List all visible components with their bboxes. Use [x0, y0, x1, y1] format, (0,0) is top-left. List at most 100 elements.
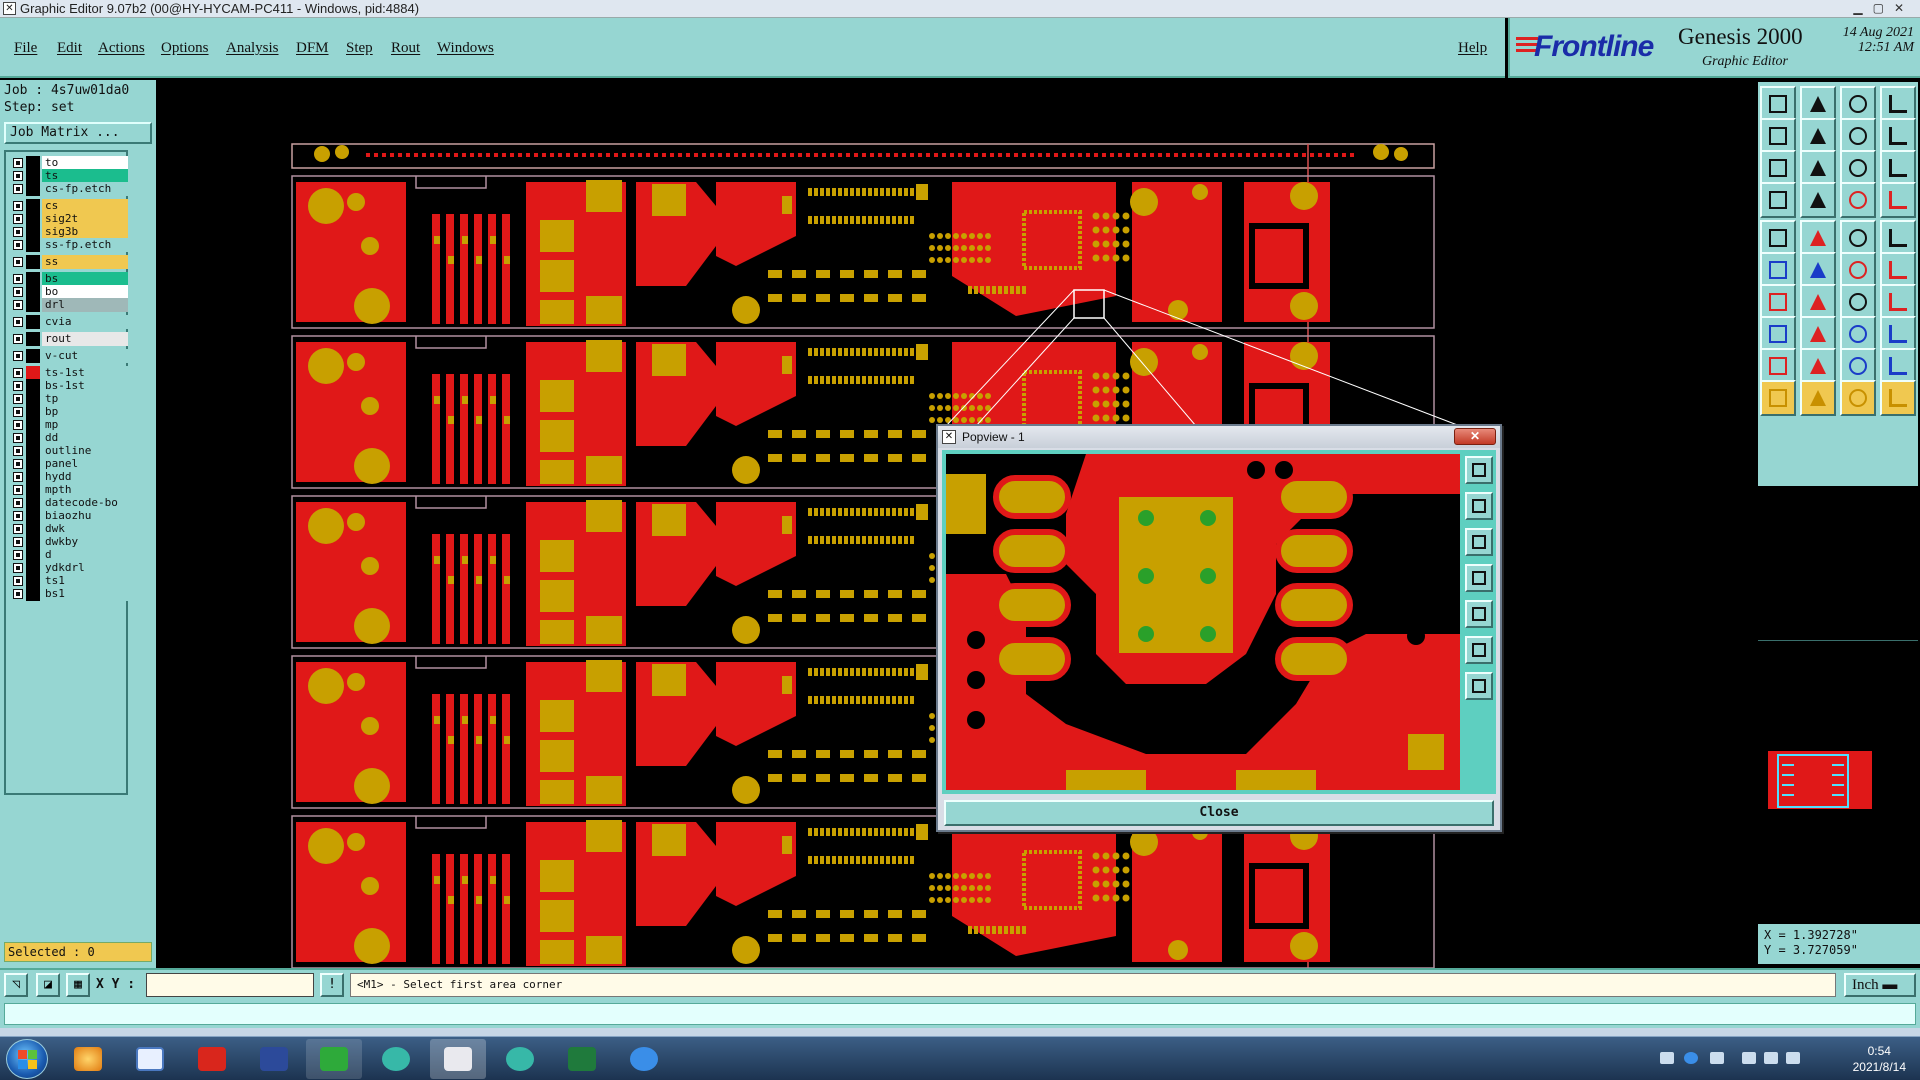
- tool-zoom-fit-button[interactable]: [1760, 150, 1796, 186]
- taskbar-eye-app-2[interactable]: [492, 1039, 548, 1079]
- layer-name[interactable]: ts: [42, 169, 128, 183]
- layer-color-swatch[interactable]: [26, 238, 40, 252]
- tool-text-a2-button[interactable]: [1840, 348, 1876, 384]
- layer-row-d[interactable]: d: [8, 548, 128, 562]
- layer-name[interactable]: datecode-bo: [42, 496, 128, 510]
- tool-bracket-button[interactable]: [1840, 316, 1876, 352]
- layer-color-swatch[interactable]: [26, 392, 40, 406]
- layer-color-swatch[interactable]: [26, 496, 40, 510]
- job-matrix-button[interactable]: Job Matrix ...: [4, 122, 152, 144]
- layer-row-to[interactable]: to: [8, 156, 128, 170]
- layer-name[interactable]: sig3b: [42, 225, 128, 239]
- layer-checkbox[interactable]: [13, 537, 23, 547]
- layer-checkbox[interactable]: [13, 550, 23, 560]
- menu-rout[interactable]: Rout: [391, 40, 420, 57]
- layer-color-swatch[interactable]: [26, 212, 40, 226]
- layer-color-swatch[interactable]: [26, 470, 40, 484]
- tool-cross-button[interactable]: [1800, 252, 1836, 288]
- layer-color-swatch[interactable]: [26, 509, 40, 523]
- layer-checkbox[interactable]: [13, 334, 23, 344]
- tool-measure-button[interactable]: [1760, 220, 1796, 256]
- popview-zoom-out-button[interactable]: [1465, 528, 1493, 556]
- tool-open-step-button[interactable]: [1760, 86, 1796, 122]
- start-button[interactable]: [6, 1039, 48, 1079]
- layer-color-swatch[interactable]: [26, 587, 40, 601]
- tool-move-right-button[interactable]: [1800, 118, 1836, 154]
- layer-row-bo[interactable]: bo: [8, 285, 128, 299]
- tool-ruler-button[interactable]: [1840, 220, 1876, 256]
- tool-draw-line-button[interactable]: [1760, 284, 1796, 320]
- layer-color-swatch[interactable]: [26, 405, 40, 419]
- tool-copy-button[interactable]: [1880, 316, 1916, 352]
- layer-row-biaozhu[interactable]: biaozhu: [8, 509, 128, 523]
- layer-name[interactable]: cvia: [42, 315, 128, 329]
- menu-edit[interactable]: Edit: [57, 40, 82, 57]
- layer-color-swatch[interactable]: [26, 418, 40, 432]
- snap-mode-button[interactable]: ◹: [4, 973, 28, 997]
- tool-ratio-button[interactable]: [1840, 150, 1876, 186]
- popview-pan-left-button[interactable]: [1465, 564, 1493, 592]
- layer-name[interactable]: sig2t: [42, 212, 128, 226]
- layer-checkbox[interactable]: [13, 576, 23, 586]
- taskbar-g-app[interactable]: [184, 1039, 240, 1079]
- taskbar-eye-app[interactable]: [368, 1039, 424, 1079]
- tool-rotate-button[interactable]: [1840, 284, 1876, 320]
- tool-layer-display-button[interactable]: [1880, 182, 1916, 218]
- tool-pad-button[interactable]: [1880, 220, 1916, 256]
- layer-color-swatch[interactable]: [26, 272, 40, 286]
- layer-row-v-cut[interactable]: v-cut: [8, 349, 128, 363]
- popview-center-button[interactable]: [1465, 636, 1493, 664]
- layer-checkbox[interactable]: [13, 420, 23, 430]
- layer-row-mp[interactable]: mp: [8, 418, 128, 432]
- tool-zoom-center-button[interactable]: [1800, 150, 1836, 186]
- layer-checkbox[interactable]: [13, 158, 23, 168]
- layer-color-swatch[interactable]: [26, 298, 40, 312]
- menu-help[interactable]: Help: [1458, 40, 1487, 57]
- info-button[interactable]: !: [320, 973, 344, 997]
- tool-step-repeat-button[interactable]: [1880, 118, 1916, 154]
- layer-name[interactable]: ss-fp.etch: [42, 238, 128, 252]
- keyboard-icon[interactable]: [1660, 1052, 1674, 1064]
- layer-color-swatch[interactable]: [26, 182, 40, 196]
- layer-name[interactable]: biaozhu: [42, 509, 128, 523]
- layer-checkbox[interactable]: [13, 381, 23, 391]
- layer-name[interactable]: bs-1st: [42, 379, 128, 393]
- layer-color-swatch[interactable]: [26, 483, 40, 497]
- layer-row-drl[interactable]: drl: [8, 298, 128, 312]
- tool-save-button[interactable]: [1800, 86, 1836, 122]
- layer-name[interactable]: dwkby: [42, 535, 128, 549]
- tool-net-button[interactable]: [1880, 284, 1916, 320]
- layer-name[interactable]: mp: [42, 418, 128, 432]
- layer-name[interactable]: drl: [42, 298, 128, 312]
- layer-row-rout[interactable]: rout: [8, 332, 128, 346]
- layer-checkbox[interactable]: [13, 485, 23, 495]
- layer-checkbox[interactable]: [13, 287, 23, 297]
- layer-row-bs-1st[interactable]: bs-1st: [8, 379, 128, 393]
- layer-checkbox[interactable]: [13, 368, 23, 378]
- layer-color-swatch[interactable]: [26, 379, 40, 393]
- layer-checkbox[interactable]: [13, 446, 23, 456]
- menu-options[interactable]: Options: [161, 40, 209, 57]
- layer-color-swatch[interactable]: [26, 561, 40, 575]
- tool-line-button[interactable]: [1840, 252, 1876, 288]
- popview-move-button[interactable]: [1465, 672, 1493, 700]
- layer-name[interactable]: bp: [42, 405, 128, 419]
- tool-profile-button[interactable]: [1800, 220, 1836, 256]
- window-titlebar[interactable]: ✕ Graphic Editor 9.07b2 (00@HY-HYCAM-PC4…: [0, 0, 1920, 18]
- layer-color-swatch[interactable]: [26, 349, 40, 363]
- flag-icon[interactable]: [1786, 1052, 1800, 1064]
- menu-windows[interactable]: Windows: [437, 40, 494, 57]
- tool-text-a-button[interactable]: [1800, 348, 1836, 384]
- layer-checkbox[interactable]: [13, 589, 23, 599]
- layer-checkbox[interactable]: [13, 498, 23, 508]
- layer-name[interactable]: to: [42, 156, 128, 170]
- layer-checkbox[interactable]: [13, 317, 23, 327]
- tool-snap-button[interactable]: [1760, 182, 1796, 218]
- menu-dfm[interactable]: DFM: [296, 40, 329, 57]
- layer-checkbox[interactable]: [13, 257, 23, 267]
- layer-row-ydkdrl[interactable]: ydkdrl: [8, 561, 128, 575]
- layer-row-ts[interactable]: ts: [8, 169, 128, 183]
- measure-mode-button[interactable]: ◪: [36, 973, 60, 997]
- layer-color-swatch[interactable]: [26, 457, 40, 471]
- layer-row-bs1[interactable]: bs1: [8, 587, 128, 601]
